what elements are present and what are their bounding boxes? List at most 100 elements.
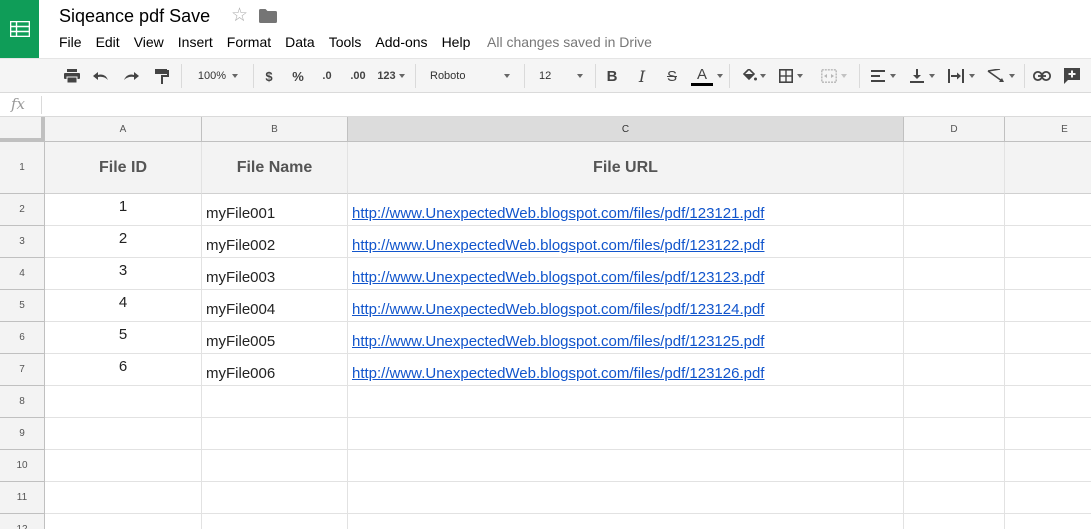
italic-button[interactable]: I (633, 59, 651, 93)
row-header-9[interactable]: 9 (0, 418, 45, 450)
row-header-4[interactable]: 4 (0, 258, 45, 290)
empty-cell[interactable] (1005, 418, 1091, 450)
row-header-11[interactable]: 11 (0, 482, 45, 514)
menu-insert[interactable]: Insert (171, 34, 220, 50)
empty-cell[interactable] (904, 194, 1005, 226)
header-cell-empty[interactable] (1005, 142, 1091, 194)
empty-cell[interactable] (202, 450, 348, 482)
empty-cell[interactable] (1005, 514, 1091, 529)
row-header-7[interactable]: 7 (0, 354, 45, 386)
file-url-link[interactable]: http://www.UnexpectedWeb.blogspot.com/fi… (352, 205, 764, 222)
undo-icon[interactable] (91, 59, 111, 93)
text-color-button[interactable]: A (690, 59, 724, 93)
empty-cell[interactable] (1005, 354, 1091, 386)
column-header-e[interactable]: E (1005, 117, 1091, 142)
horizontal-align-button[interactable] (866, 59, 900, 93)
bold-button[interactable]: B (603, 59, 621, 93)
empty-cell[interactable] (348, 514, 904, 529)
header-cell-file-id[interactable]: File ID (45, 142, 202, 194)
menu-data[interactable]: Data (278, 34, 322, 50)
file-url-cell[interactable]: http://www.UnexpectedWeb.blogspot.com/fi… (348, 258, 904, 290)
print-icon[interactable] (62, 59, 82, 93)
file-url-cell[interactable]: http://www.UnexpectedWeb.blogspot.com/fi… (348, 322, 904, 354)
file-name-cell[interactable]: myFile003 (202, 258, 348, 290)
file-id-cell[interactable]: 5 (45, 322, 202, 354)
empty-cell[interactable] (202, 482, 348, 514)
column-header-c[interactable]: C (348, 117, 904, 142)
decrease-decimals-button[interactable]: .0 (316, 59, 338, 93)
column-header-a[interactable]: A (45, 117, 202, 142)
empty-cell[interactable] (1005, 258, 1091, 290)
column-header-d[interactable]: D (904, 117, 1005, 142)
empty-cell[interactable] (348, 482, 904, 514)
menu-format[interactable]: Format (220, 34, 278, 50)
file-url-link[interactable]: http://www.UnexpectedWeb.blogspot.com/fi… (352, 269, 764, 286)
row-header-3[interactable]: 3 (0, 226, 45, 258)
file-url-link[interactable]: http://www.UnexpectedWeb.blogspot.com/fi… (352, 301, 764, 318)
percent-format-button[interactable]: % (289, 59, 307, 93)
fill-color-button[interactable] (737, 59, 769, 93)
empty-cell[interactable] (202, 386, 348, 418)
row-header-12[interactable]: 12 (0, 514, 45, 529)
increase-decimals-button[interactable]: .00 (346, 59, 370, 93)
insert-comment-icon[interactable] (1062, 59, 1082, 93)
file-name-cell[interactable]: myFile004 (202, 290, 348, 322)
empty-cell[interactable] (348, 418, 904, 450)
empty-cell[interactable] (1005, 450, 1091, 482)
menu-tools[interactable]: Tools (322, 34, 369, 50)
row-header-6[interactable]: 6 (0, 322, 45, 354)
empty-cell[interactable] (904, 450, 1005, 482)
file-id-cell[interactable]: 6 (45, 354, 202, 386)
row-header-2[interactable]: 2 (0, 194, 45, 226)
empty-cell[interactable] (904, 290, 1005, 322)
file-id-cell[interactable]: 1 (45, 194, 202, 226)
empty-cell[interactable] (1005, 194, 1091, 226)
currency-format-button[interactable]: $ (261, 59, 277, 93)
empty-cell[interactable] (1005, 322, 1091, 354)
folder-icon[interactable] (259, 9, 277, 28)
file-id-cell[interactable]: 2 (45, 226, 202, 258)
empty-cell[interactable] (904, 258, 1005, 290)
file-id-cell[interactable]: 3 (45, 258, 202, 290)
row-header-5[interactable]: 5 (0, 290, 45, 322)
redo-icon[interactable] (121, 59, 141, 93)
empty-cell[interactable] (348, 386, 904, 418)
empty-cell[interactable] (904, 514, 1005, 529)
empty-cell[interactable] (1005, 386, 1091, 418)
merge-cells-button[interactable] (814, 59, 854, 93)
menu-view[interactable]: View (127, 34, 171, 50)
empty-cell[interactable] (45, 450, 202, 482)
document-title[interactable]: Siqeance pdf Save (59, 6, 210, 27)
empty-cell[interactable] (1005, 482, 1091, 514)
font-family-dropdown[interactable]: Roboto (422, 59, 518, 93)
row-header-8[interactable]: 8 (0, 386, 45, 418)
empty-cell[interactable] (202, 418, 348, 450)
empty-cell[interactable] (904, 418, 1005, 450)
file-url-link[interactable]: http://www.UnexpectedWeb.blogspot.com/fi… (352, 365, 764, 382)
row-header-10[interactable]: 10 (0, 450, 45, 482)
menu-edit[interactable]: Edit (89, 34, 127, 50)
empty-cell[interactable] (45, 386, 202, 418)
file-name-cell[interactable]: myFile002 (202, 226, 348, 258)
empty-cell[interactable] (45, 514, 202, 529)
font-size-dropdown[interactable]: 12 (531, 59, 591, 93)
borders-button[interactable] (775, 59, 807, 93)
file-name-cell[interactable]: myFile006 (202, 354, 348, 386)
empty-cell[interactable] (904, 322, 1005, 354)
file-url-cell[interactable]: http://www.UnexpectedWeb.blogspot.com/fi… (348, 354, 904, 386)
text-wrapping-button[interactable] (944, 59, 978, 93)
paint-format-icon[interactable] (152, 59, 172, 93)
select-all-corner[interactable] (0, 117, 45, 142)
empty-cell[interactable] (202, 514, 348, 529)
strikethrough-button[interactable]: S (663, 59, 681, 93)
file-id-cell[interactable]: 4 (45, 290, 202, 322)
row-header-1[interactable]: 1 (0, 142, 45, 194)
insert-link-icon[interactable] (1031, 59, 1053, 93)
zoom-dropdown[interactable]: 100% (190, 59, 246, 93)
empty-cell[interactable] (1005, 290, 1091, 322)
menu-help[interactable]: Help (435, 34, 478, 50)
empty-cell[interactable] (1005, 226, 1091, 258)
file-url-link[interactable]: http://www.UnexpectedWeb.blogspot.com/fi… (352, 237, 764, 254)
file-name-cell[interactable]: myFile001 (202, 194, 348, 226)
empty-cell[interactable] (45, 482, 202, 514)
